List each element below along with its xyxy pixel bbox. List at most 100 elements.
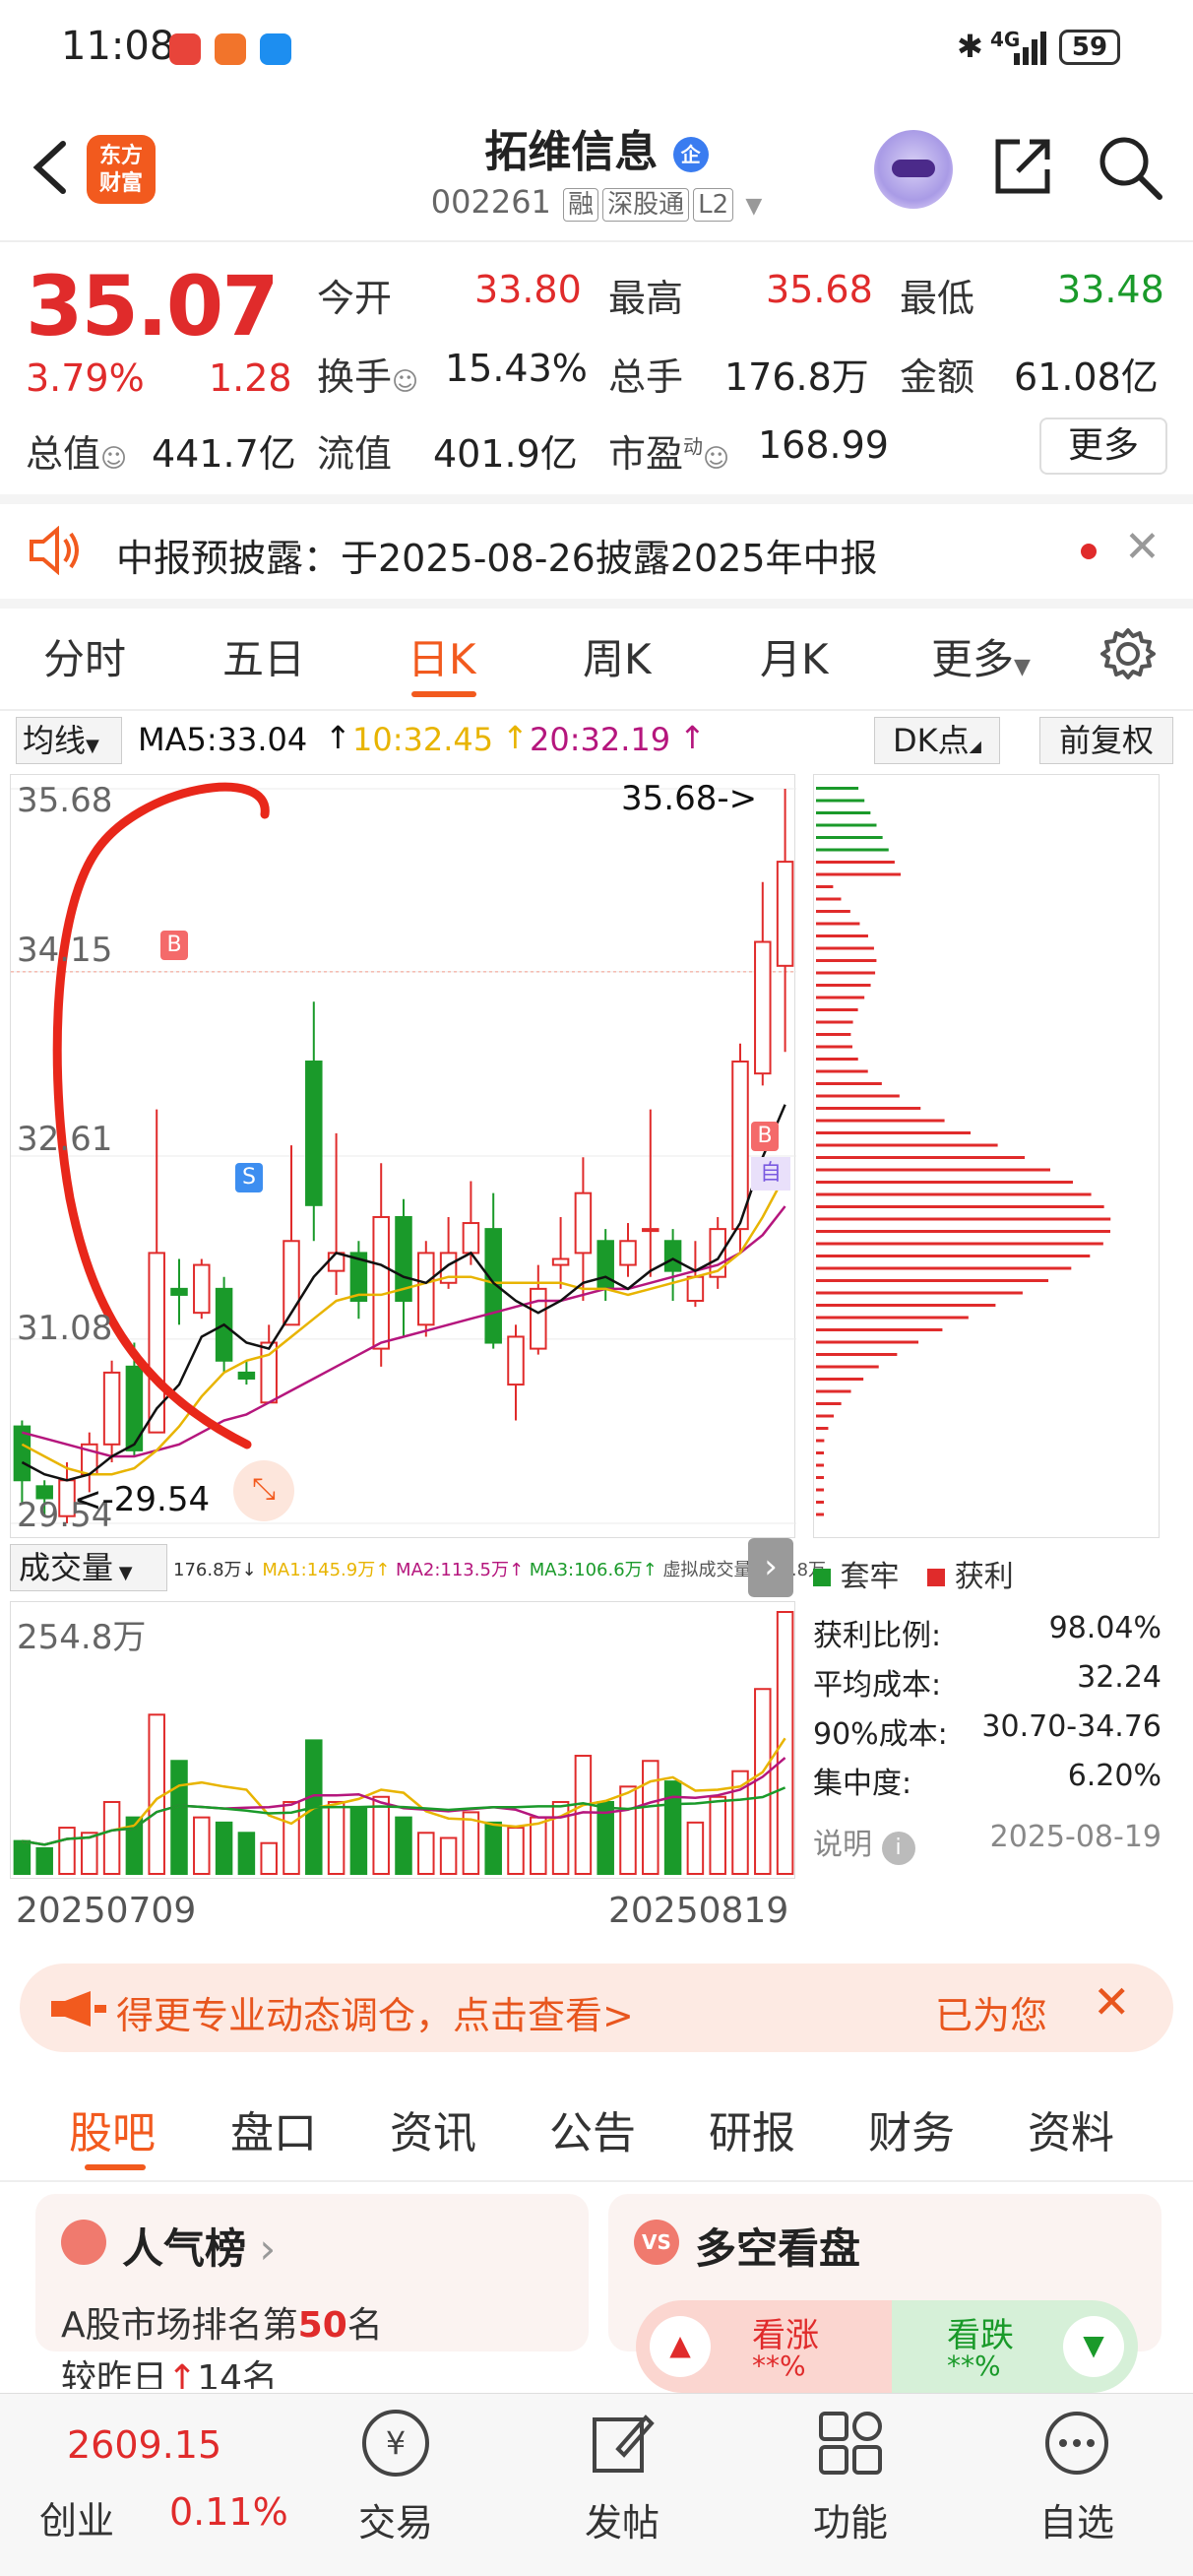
candlestick-chart[interactable]: 35.68 34.15 32.61 31.08 29.54 35.68-> <-… xyxy=(10,774,796,1538)
volume-bar xyxy=(102,1800,121,1875)
tab-research[interactable]: 研报 xyxy=(709,2097,795,2160)
nav-watchlist[interactable]: 自选 xyxy=(998,2492,1156,2546)
stock-code: 002261 xyxy=(430,183,551,221)
card-title: 人气榜 › xyxy=(122,2224,277,2273)
chip-bar xyxy=(816,1020,853,1024)
chip-bar xyxy=(816,1476,824,1479)
sentiment-card[interactable]: VS 多空看盘 ▲ 看涨 **% 看跌 **% ▼ xyxy=(608,2194,1162,2393)
candle-body xyxy=(327,1252,345,1272)
adjust-button[interactable]: 前复权 xyxy=(1039,717,1173,764)
close-icon[interactable]: ✕ xyxy=(1124,522,1161,572)
low-annotation: <-29.54 xyxy=(74,1480,211,1519)
enterprise-badge: 企 xyxy=(672,137,709,172)
dk-point-button[interactable]: DK点◢ xyxy=(874,717,1000,764)
notice-text: 中报预披露：于2025-08-26披露2025年中报 xyxy=(116,537,878,580)
bullish-value: **% xyxy=(752,2350,806,2382)
buy-signal-icon[interactable]: B xyxy=(751,1122,779,1151)
compose-icon[interactable] xyxy=(589,2410,656,2477)
ma-selector[interactable]: 均线▼ xyxy=(16,717,122,764)
ma5-value: MA5:33.04 xyxy=(138,721,308,758)
pe-label: 市盈动☺ xyxy=(608,432,730,476)
current-price: 35.07 xyxy=(26,258,280,354)
chip-bar xyxy=(816,971,876,975)
bearish-value: **% xyxy=(947,2350,1001,2382)
nav-functions[interactable]: 功能 xyxy=(772,2492,929,2546)
more-button[interactable]: 更多 xyxy=(1039,418,1167,475)
chip-bar xyxy=(816,787,859,790)
open-value: 33.80 xyxy=(474,268,582,311)
low-label: 最低 xyxy=(900,277,975,320)
bearish-button[interactable]: 看跌 **% ▼ xyxy=(892,2300,1138,2393)
candle-body xyxy=(551,1257,570,1266)
ma5-up-icon: ↑ xyxy=(325,719,351,756)
trade-icon[interactable]: ¥ xyxy=(362,2410,429,2477)
search-icon[interactable] xyxy=(1097,134,1165,203)
chevron-down-icon: ▼ xyxy=(745,194,763,219)
volume-bar xyxy=(215,1821,233,1876)
index-change: 0.11% xyxy=(169,2490,288,2534)
ma20-up-icon: ↑ xyxy=(679,719,706,756)
candle-body xyxy=(642,1228,659,1233)
chip-bar xyxy=(816,1353,898,1356)
ai-assistant-icon[interactable] xyxy=(874,130,953,209)
nav-post[interactable]: 发帖 xyxy=(543,2492,701,2546)
ma20-value: 20:32.19 xyxy=(530,721,671,758)
float-value: 401.9亿 xyxy=(433,432,578,476)
tab-forum[interactable]: 股吧 xyxy=(69,2097,156,2160)
chip-bar xyxy=(816,861,895,864)
share-icon[interactable] xyxy=(990,134,1055,199)
tab-announcements[interactable]: 公告 xyxy=(549,2097,636,2160)
bullish-button[interactable]: ▲ 看涨 **% xyxy=(636,2300,892,2393)
chip-bar xyxy=(816,885,834,888)
gear-icon[interactable] xyxy=(1100,626,1156,681)
stock-header: 东方 财富 拓维信息 企 002261 融深股通 L2 ▼ xyxy=(0,108,1193,236)
chip-bar xyxy=(816,1501,824,1504)
chip-bar xyxy=(816,799,865,803)
tab-monthly-k[interactable]: 月K xyxy=(760,626,829,686)
tab-daily-k[interactable]: 日K xyxy=(408,626,476,686)
level2-tag: L2 xyxy=(693,188,734,222)
chip-bar xyxy=(816,1255,1091,1257)
volume-bar xyxy=(507,1827,525,1875)
candle-body xyxy=(193,1263,211,1315)
chip-bar xyxy=(816,1143,998,1147)
grid-apps-icon[interactable] xyxy=(817,2410,884,2477)
change-value: 1.28 xyxy=(209,356,292,400)
index-name[interactable]: 创业 xyxy=(39,2490,114,2544)
profit-ratio-label: 获利比例: xyxy=(813,1619,942,1653)
expand-panel-button[interactable]: › xyxy=(748,1538,793,1597)
tab-profile[interactable]: 资料 xyxy=(1028,2097,1114,2160)
tab-intraday[interactable]: 分时 xyxy=(43,626,126,686)
volume-max-label: 254.8万 xyxy=(17,1618,147,1657)
tab-orderbook[interactable]: 盘口 xyxy=(230,2097,317,2160)
tab-news[interactable]: 资讯 xyxy=(390,2097,476,2160)
volume-label: 总手 xyxy=(608,355,684,399)
high-label: 最高 xyxy=(608,277,684,320)
y-tick-label: 32.61 xyxy=(17,1120,113,1159)
chip-bar xyxy=(816,1058,858,1061)
mktcap-value: 441.7亿 xyxy=(152,432,296,476)
volume-selector[interactable]: 成交量 ▼ xyxy=(10,1544,167,1591)
close-icon[interactable]: ✕ xyxy=(1093,1975,1131,2029)
tab-weekly-k[interactable]: 周K xyxy=(583,626,652,686)
more-dots-icon[interactable] xyxy=(1043,2410,1110,2477)
chip-bar xyxy=(816,1378,864,1381)
tab-more[interactable]: 更多▼ xyxy=(931,626,1031,686)
nav-trade[interactable]: 交易 xyxy=(317,2492,474,2546)
chip-bar xyxy=(816,959,877,962)
tab-finance[interactable]: 财务 xyxy=(868,2097,955,2160)
amount-value: 61.08亿 xyxy=(1014,355,1159,399)
tab-five-day[interactable]: 五日 xyxy=(222,626,305,686)
notice-bar[interactable]: 中报预披露：于2025-08-26披露2025年中报 ✕ xyxy=(0,504,1193,599)
chip-bar xyxy=(816,823,877,827)
chip-bar xyxy=(816,1427,829,1430)
volume-bar xyxy=(349,1806,368,1875)
high-annotation: 35.68-> xyxy=(621,779,758,818)
popularity-card[interactable]: 人气榜 › A股市场排名第50名 较昨日↑14名 xyxy=(35,2194,589,2389)
buy-signal-icon[interactable]: B xyxy=(160,931,188,960)
expand-icon[interactable]: ⤡ xyxy=(233,1460,294,1521)
ranking-icon xyxy=(61,2220,106,2265)
chip-bar xyxy=(816,1316,969,1320)
sell-signal-icon[interactable]: S xyxy=(235,1163,263,1192)
promo-banner[interactable]: 得更专业动态调仓，点击查看> 已为您 ✕ xyxy=(20,1964,1173,2052)
